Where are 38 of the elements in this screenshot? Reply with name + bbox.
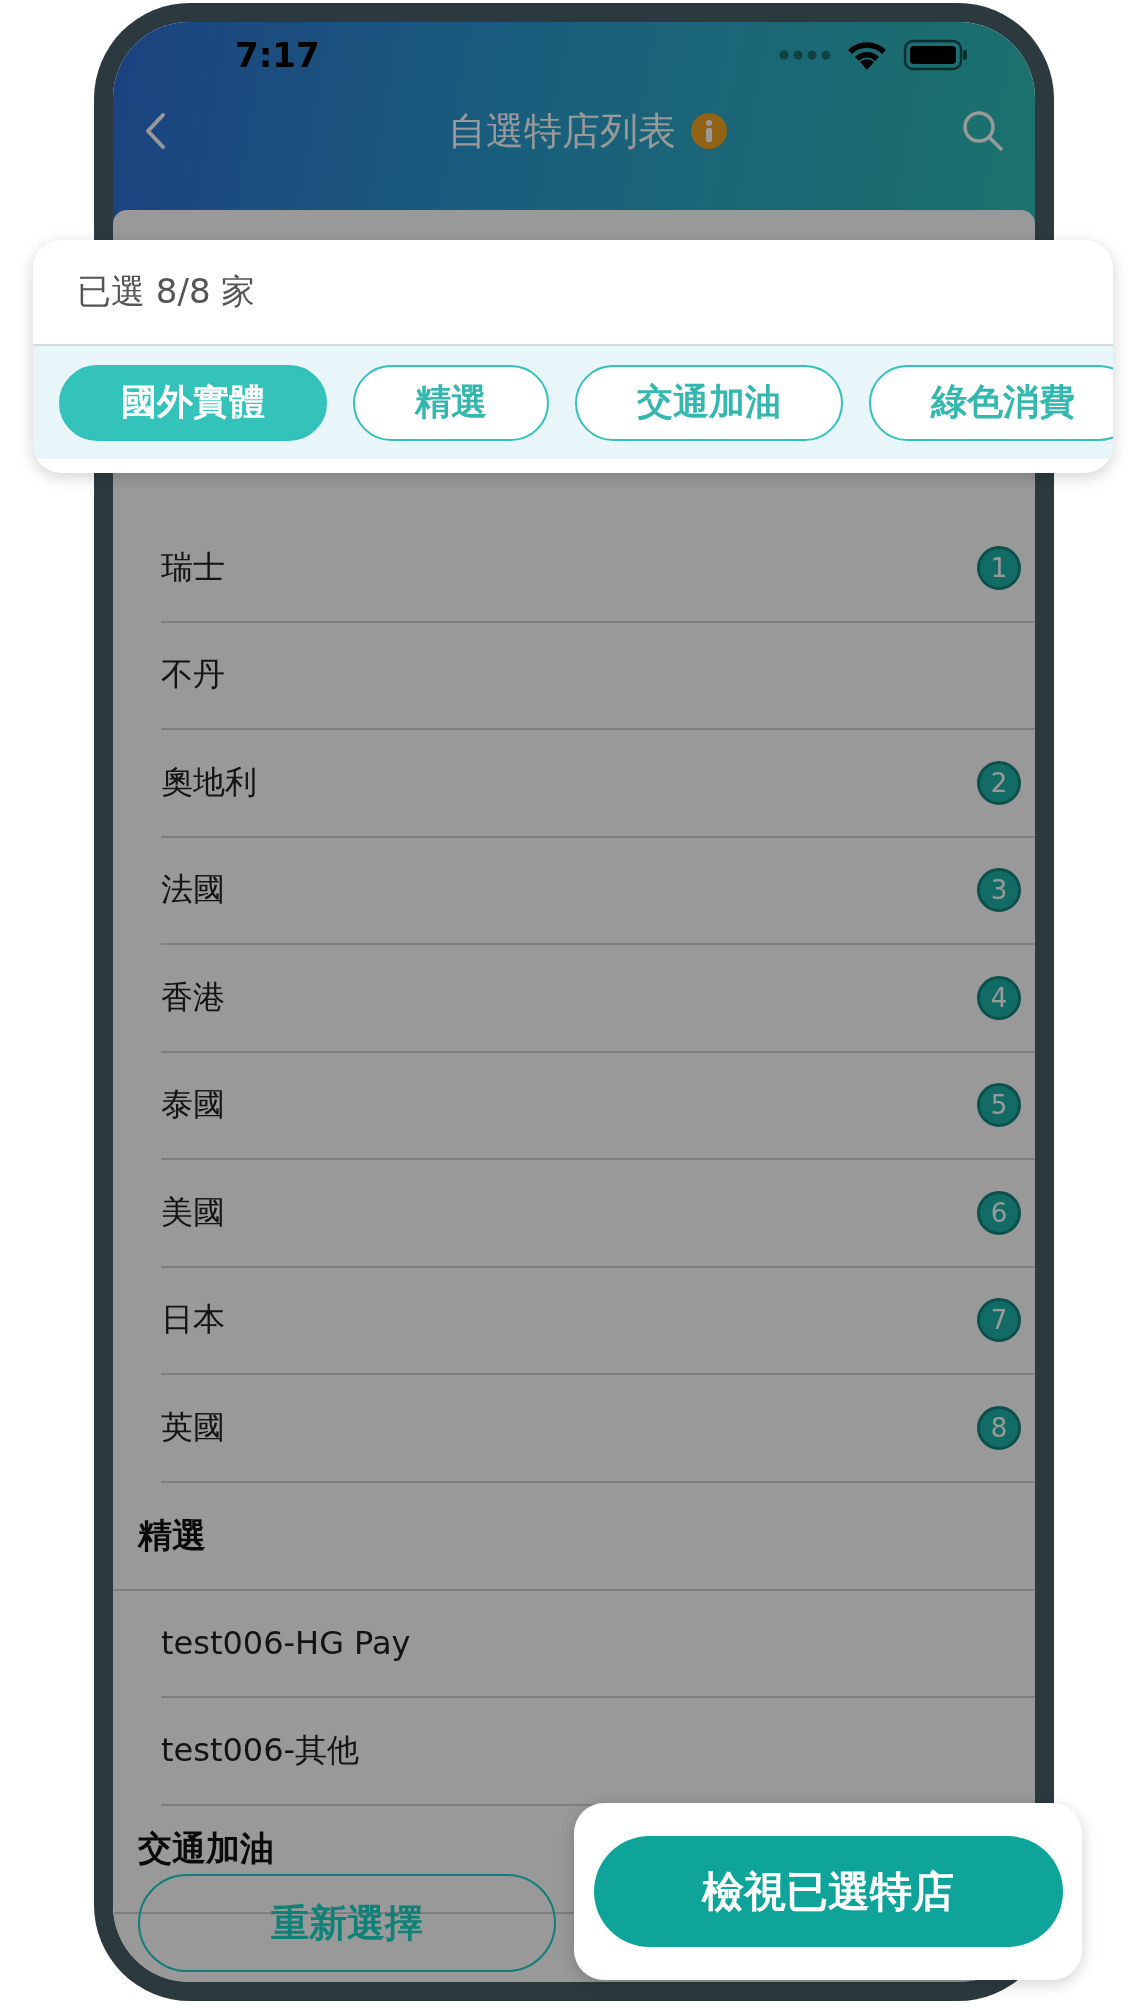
item-name: 不丹 [161,654,225,696]
order-badge: 5 [977,1083,1021,1128]
list-item[interactable]: 香港 4 [161,945,1035,1053]
back-icon[interactable] [143,111,167,151]
order-badge: 4 [977,975,1021,1020]
list-item[interactable]: 英國 8 [161,1375,1035,1483]
order-badge: 7 [977,1298,1021,1343]
list-item[interactable]: 奧地利 2 [161,730,1035,838]
list-item[interactable]: 瑞士 1 [161,515,1035,623]
item-name: 奧地利 [161,761,257,803]
list-item[interactable]: 日本 7 [161,1267,1035,1375]
order-badge: 3 [977,868,1021,913]
item-name: 美國 [161,1191,225,1233]
signal-icon [779,50,831,60]
order-badge: 1 [977,545,1021,590]
item-name: 香港 [161,976,225,1018]
list-item[interactable]: 法國 3 [161,837,1035,945]
item-name: 泰國 [161,1084,225,1126]
item-name: test006-其他 [161,1729,360,1771]
order-badge: 6 [977,1190,1021,1235]
item-name: 法國 [161,869,225,911]
list-item[interactable]: test006-HG Pay [161,1590,1035,1698]
list-item[interactable]: 美國 6 [161,1160,1035,1268]
list-item[interactable]: 泰國 5 [161,1052,1035,1160]
order-badge: 8 [977,1405,1021,1450]
item-name: 英國 [161,1406,225,1448]
search-icon[interactable] [961,109,1005,153]
battery-icon [903,39,969,71]
item-name: 日本 [161,1299,225,1341]
order-badge: 2 [977,760,1021,805]
info-icon[interactable] [690,112,728,150]
item-name: 瑞士 [161,546,225,588]
section-heading: 精選 [138,1513,206,1557]
screen-title: 自選特店列表 [448,107,676,155]
status-time: 7:17 [235,35,320,75]
list-item[interactable]: 不丹 [161,622,1035,730]
item-name: test006-HG Pay [161,1624,411,1663]
section-heading: 交通加油 [138,1826,274,1870]
